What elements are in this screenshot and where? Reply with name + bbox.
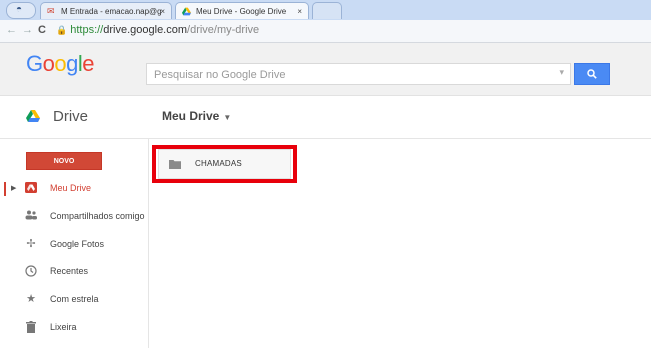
search-box: ▾ [146, 63, 571, 85]
sidebar-item-label: Recentes [50, 266, 89, 276]
drive-icon [182, 7, 191, 16]
address-bar: ← → C 🔒 https://drive.google.com/drive/my… [0, 20, 651, 43]
google-logo[interactable]: Google [26, 51, 95, 77]
tab-drive-title: Meu Drive - Google Drive [196, 7, 287, 16]
tab-drive[interactable]: Meu Drive - Google Drive × [175, 2, 309, 19]
shared-people-icon [25, 210, 37, 222]
sidebar-item-label: Compartilhados comigo [50, 211, 145, 221]
sidebar-item-label: Meu Drive [50, 183, 92, 193]
drive-toolbar: Drive Meu Drive ▼ [0, 96, 651, 139]
clock-icon [25, 265, 37, 277]
sidebar-item-label: Com estrela [50, 294, 99, 304]
forward-arrow-icon[interactable]: → [22, 24, 33, 36]
sidebar-item-recent[interactable]: Recentes [0, 262, 148, 282]
url-field[interactable]: 🔒 https://drive.google.com/drive/my-drive [56, 23, 259, 38]
browser-tab-strip: ◓ ✉ M Entrada - emacao.nap@g × Meu Drive… [0, 0, 651, 21]
sidebar: NOVO ▶ Meu Drive Compartilhados comigo ✢… [0, 139, 149, 348]
tab-close-icon[interactable]: × [160, 3, 165, 19]
location-dropdown[interactable]: Meu Drive ▼ [162, 109, 231, 123]
expand-arrow-icon[interactable]: ▶ [11, 184, 16, 192]
tab-gmail[interactable]: ✉ M Entrada - emacao.nap@g × [40, 2, 172, 19]
reload-icon[interactable]: C [38, 24, 46, 36]
active-marker [4, 182, 6, 196]
google-header: Google ▾ [0, 43, 651, 96]
sidebar-item-photos[interactable]: ✢ Google Fotos [0, 235, 148, 255]
sidebar-item-starred[interactable]: ★ Com estrela [0, 290, 148, 310]
search-button[interactable] [574, 63, 610, 85]
search-icon [587, 69, 597, 79]
tab-gmail-title: M Entrada - emacao.nap@g [61, 7, 162, 16]
drive-app-name: Drive [53, 108, 89, 125]
gmail-icon: ✉ [47, 6, 55, 16]
sidebar-item-shared[interactable]: Compartilhados comigo [0, 207, 148, 227]
back-arrow-icon[interactable]: ← [6, 24, 17, 36]
my-drive-icon [25, 182, 37, 194]
photos-icon: ✢ [26, 238, 36, 250]
search-options-icon[interactable]: ▾ [559, 67, 564, 78]
sidebar-item-label: Lixeira [50, 322, 77, 332]
browser-logo-icon: ◓ [16, 4, 23, 15]
drive-logo-icon [26, 110, 40, 122]
sidebar-item-my-drive[interactable]: ▶ Meu Drive [0, 179, 148, 199]
trash-icon [25, 321, 37, 333]
new-button[interactable]: NOVO [26, 152, 102, 170]
new-tab-button[interactable] [312, 2, 342, 19]
sidebar-item-label: Google Fotos [50, 239, 105, 249]
tab-close-icon[interactable]: × [297, 3, 302, 19]
chevron-down-icon: ▼ [223, 113, 232, 122]
highlight-annotation [152, 145, 297, 183]
lock-icon: 🔒 [56, 25, 68, 35]
star-icon: ★ [26, 293, 36, 305]
browser-menu-button[interactable]: ◓ [6, 2, 36, 19]
search-input[interactable] [152, 65, 546, 85]
sidebar-item-trash[interactable]: Lixeira [0, 318, 148, 338]
